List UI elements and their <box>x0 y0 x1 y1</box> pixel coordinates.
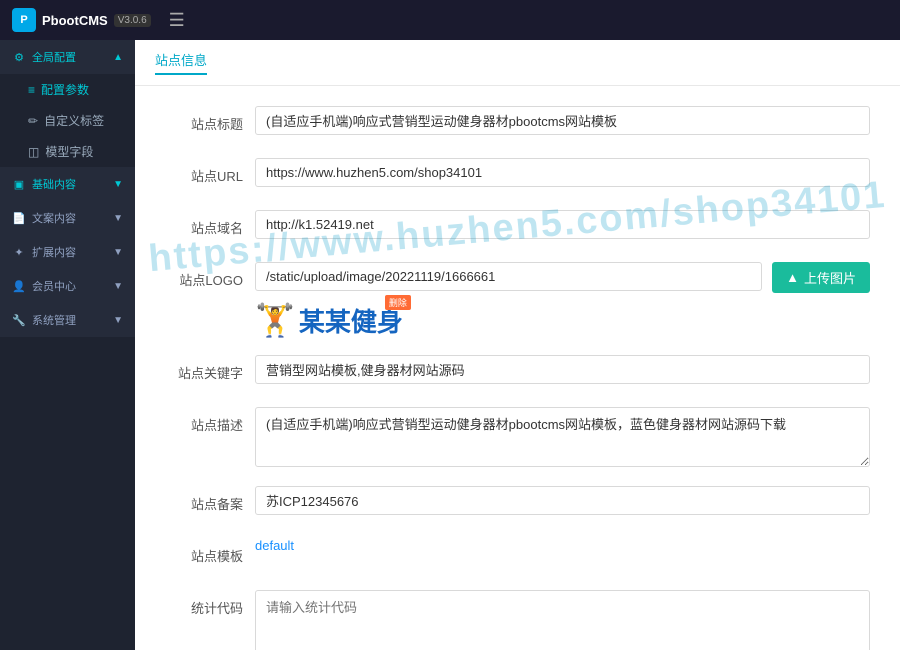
arrow-icon-system: ▼ <box>113 315 123 326</box>
logo-preview: 🏋 某某健身 <box>255 301 403 339</box>
sidebar: ⚙ 全局配置 ▲ ≡ 配置参数 ✏ 自定义标签 ◫ 模型字段 ▣ 基础内容 ▼ … <box>0 40 135 650</box>
site-url-label: 站点URL <box>165 158 255 185</box>
form-row-site-url: 站点URL <box>165 158 870 194</box>
gear-icon: ⚙ <box>12 51 26 64</box>
logo-gym-icon: 🏋 <box>255 301 295 339</box>
upload-image-button[interactable]: ▲ 上传图片 <box>772 262 870 293</box>
sidebar-item-member[interactable]: 👤 会员中心 ▼ <box>0 269 135 303</box>
delete-logo-badge[interactable]: 删除 <box>385 295 411 310</box>
topbar: P PbootCMS V3.0.6 ☰ <box>0 0 900 40</box>
upload-icon: ▲ <box>786 270 799 285</box>
sidebar-item-ext-content[interactable]: ✦ 扩展内容 ▼ <box>0 235 135 269</box>
form-row-site-title: 站点标题 <box>165 106 870 142</box>
site-title-label: 站点标题 <box>165 106 255 133</box>
site-name-label: 站点域名 <box>165 210 255 237</box>
form-row-description: 站点描述 (自适应手机端)响应式营销型运动健身器材pbootcms网站模板，蓝色… <box>165 407 870 470</box>
menu-toggle-icon[interactable]: ☰ <box>169 10 185 31</box>
version-badge: V3.0.6 <box>114 14 151 27</box>
arrow-icon-ext: ▼ <box>113 247 123 258</box>
member-icon: 👤 <box>12 280 26 293</box>
sidebar-item-system[interactable]: 🔧 系统管理 ▼ <box>0 303 135 337</box>
record-field <box>255 486 870 515</box>
logo-text: PbootCMS <box>42 13 108 28</box>
form-row-site-logo: 站点LOGO ▲ 上传图片 🏋 某某健身 <box>165 262 870 339</box>
keywords-label: 站点关键字 <box>165 355 255 382</box>
logo-preview-area: 🏋 某某健身 删除 <box>255 301 403 339</box>
site-logo-field: ▲ 上传图片 🏋 某某健身 删除 <box>255 262 870 339</box>
sidebar-item-global-config[interactable]: ⚙ 全局配置 ▲ <box>0 40 135 74</box>
form-row-template: 站点模板 default <box>165 538 870 574</box>
basic-icon: ▣ <box>12 178 26 191</box>
model-icon: ◫ <box>28 145 39 159</box>
system-icon: 🔧 <box>12 314 26 327</box>
sidebar-item-custom-label[interactable]: ✏ 自定义标签 <box>0 105 135 136</box>
site-title-input[interactable] <box>255 106 870 135</box>
sidebar-item-model-field[interactable]: ◫ 模型字段 <box>0 136 135 167</box>
arrow-icon-doc: ▼ <box>113 213 123 224</box>
sidebar-item-basic-content[interactable]: ▣ 基础内容 ▼ <box>0 167 135 201</box>
stats-label: 统计代码 <box>165 590 255 617</box>
description-field: (自适应手机端)响应式营销型运动健身器材pbootcms网站模板，蓝色健身器材网… <box>255 407 870 470</box>
topbar-logo: P PbootCMS V3.0.6 <box>12 8 151 32</box>
form-row-keywords: 站点关键字 <box>165 355 870 391</box>
main-content: 站点信息 https://www.huzhen5.com/shop34101 站… <box>135 40 900 650</box>
tab-site-info[interactable]: 站点信息 <box>155 50 207 75</box>
site-title-field <box>255 106 870 135</box>
edit-icon: ✏ <box>28 114 38 128</box>
template-link[interactable]: default <box>255 538 294 553</box>
keywords-field <box>255 355 870 384</box>
ext-icon: ✦ <box>12 246 26 259</box>
form-container: https://www.huzhen5.com/shop34101 站点标题 站… <box>135 86 900 650</box>
site-logo-path-input[interactable] <box>255 262 762 291</box>
arrow-icon: ▲ <box>113 52 123 63</box>
content-header: 站点信息 <box>135 40 900 86</box>
keywords-input[interactable] <box>255 355 870 384</box>
site-logo-label: 站点LOGO <box>165 262 255 289</box>
description-label: 站点描述 <box>165 407 255 434</box>
logo-icon: P <box>12 8 36 32</box>
sub-icon: ≡ <box>28 83 35 97</box>
site-url-input[interactable] <box>255 158 870 187</box>
sidebar-item-doc-content[interactable]: 📄 文案内容 ▼ <box>0 201 135 235</box>
record-input[interactable] <box>255 486 870 515</box>
template-label: 站点模板 <box>165 538 255 565</box>
arrow-icon-member: ▼ <box>113 281 123 292</box>
stats-textarea[interactable] <box>255 590 870 650</box>
site-name-input[interactable] <box>255 210 870 239</box>
description-textarea[interactable]: (自适应手机端)响应式营销型运动健身器材pbootcms网站模板，蓝色健身器材网… <box>255 407 870 467</box>
form-row-stats: 统计代码 <box>165 590 870 650</box>
form-row-site-name: 站点域名 <box>165 210 870 246</box>
template-field: default <box>255 538 870 553</box>
form-row-record: 站点备案 <box>165 486 870 522</box>
site-name-field <box>255 210 870 239</box>
sidebar-item-config-params[interactable]: ≡ 配置参数 <box>0 74 135 105</box>
stats-field <box>255 590 870 650</box>
site-url-field <box>255 158 870 187</box>
record-label: 站点备案 <box>165 486 255 513</box>
arrow-icon-basic: ▼ <box>113 179 123 190</box>
doc-icon: 📄 <box>12 212 26 225</box>
